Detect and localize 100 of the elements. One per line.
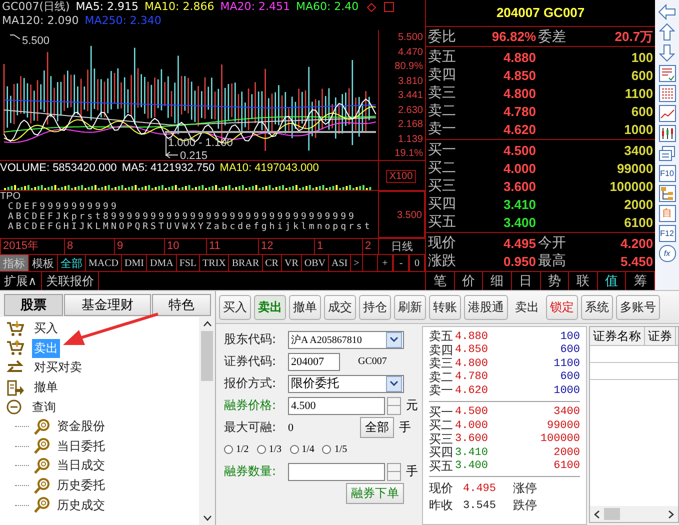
scroll-left-icon[interactable] — [594, 510, 600, 518]
level-label: 买二 — [428, 159, 457, 177]
zoom-button[interactable]: 0 — [409, 255, 425, 271]
scroll-down-icon[interactable] — [202, 515, 212, 521]
scroll-right-icon[interactable] — [668, 510, 674, 518]
self-select-button[interactable]: 自 — [658, 205, 676, 222]
volume-value: 3400 — [552, 406, 580, 418]
level-label: 买五 — [428, 213, 457, 231]
f12-button[interactable]: F12 — [658, 225, 676, 242]
maximize-icon[interactable] — [384, 2, 394, 12]
category-tab[interactable]: 特色 — [152, 294, 211, 316]
tpo-row-text: ABCDEFJKprst89999999999999999999999999999999 — [7, 212, 358, 222]
up-arrow-icon[interactable] — [659, 23, 676, 41]
f10-button[interactable]: F10 — [658, 165, 676, 182]
level-label: 买二 — [429, 418, 453, 434]
stat-label: 最高 — [537, 252, 567, 270]
column-header[interactable]: 证券 — [645, 327, 676, 345]
submit-button[interactable]: 融券下单 — [346, 483, 404, 504]
volume-value: 6100 — [552, 460, 580, 472]
period-label[interactable]: 日线 — [378, 239, 425, 254]
dropdown-button[interactable] — [386, 376, 402, 392]
collapse-icon[interactable] — [6, 399, 22, 416]
indicator-tab[interactable]: BRAR — [229, 255, 263, 271]
indicator-tab[interactable]: VR — [282, 255, 302, 271]
time-axis-label: 12 — [258, 239, 314, 254]
scroll-up-icon[interactable] — [202, 321, 212, 327]
zoom-button[interactable]: - — [393, 255, 409, 271]
diamond-icon[interactable] — [366, 2, 376, 12]
toolbar-button[interactable]: 撤单 — [289, 294, 321, 320]
candlestick-icon[interactable] — [658, 125, 676, 142]
toolbar-button[interactable]: 锁定 — [546, 294, 578, 320]
ratio-value: 96.82% — [490, 29, 536, 44]
back-icon[interactable] — [658, 4, 676, 20]
menu-item[interactable]: 对买对卖 — [32, 358, 84, 378]
scrollbar-thumb[interactable] — [201, 331, 213, 381]
menu-item[interactable]: 历史成交 — [55, 496, 107, 515]
category-tab[interactable]: 基金理财 — [64, 294, 152, 316]
horizontal-scrollbar[interactable] — [590, 506, 678, 522]
indicator-tab[interactable]: MACD — [86, 255, 122, 271]
radio-button[interactable] — [322, 445, 332, 454]
menu-item[interactable]: 买入 — [32, 319, 60, 338]
tree-icon[interactable] — [658, 185, 676, 202]
radio-button[interactable] — [290, 445, 299, 454]
time-axis-label: 8 — [64, 239, 114, 254]
code-input[interactable]: 204007 — [288, 352, 340, 370]
toolbar-button[interactable]: 转账 — [429, 294, 461, 320]
indicator-tab[interactable]: CR — [262, 255, 282, 271]
grid-icon[interactable] — [658, 85, 676, 102]
radio-button[interactable] — [256, 445, 266, 454]
indicator-tab[interactable]: FSL — [176, 255, 200, 271]
windows-icon[interactable] — [658, 145, 676, 162]
level-label: 卖一 — [428, 120, 457, 138]
dropdown-button[interactable] — [386, 332, 402, 348]
indicator-tab[interactable]: DMI — [122, 255, 148, 271]
toolbar-button[interactable]: 刷新 — [394, 294, 426, 320]
formula-button[interactable]: fx — [658, 245, 676, 262]
stat-value: 0.950 — [502, 254, 536, 268]
account-dropdown[interactable]: 沪A A205867810 — [288, 330, 404, 348]
line-chart-icon[interactable] — [658, 105, 676, 122]
mode-tab[interactable]: 模板 — [29, 255, 58, 271]
price-value: 4.000 — [502, 160, 536, 176]
indicator-tab[interactable]: ASI — [329, 255, 352, 271]
menu-item[interactable]: 查询 — [30, 398, 58, 417]
security-name: GC007 — [358, 356, 387, 367]
level-label: 卖五 — [429, 328, 453, 344]
category-tab[interactable]: 股票 — [4, 294, 63, 316]
toolbar-button[interactable]: 港股通 — [464, 294, 508, 320]
indicator-tab[interactable]: 全部 — [58, 255, 86, 271]
cart-icon — [6, 320, 24, 337]
scrollbar-thumb[interactable] — [604, 508, 620, 520]
toolbar-button[interactable]: 卖出 — [254, 294, 286, 320]
stat-label: 昨收 — [429, 497, 453, 514]
indicator-tab[interactable]: OBV — [302, 255, 329, 271]
menu-item[interactable]: 撤单 — [32, 378, 60, 398]
menu-item[interactable]: 历史委托 — [55, 476, 107, 496]
price-input[interactable]: 4.500 — [288, 396, 385, 414]
price-type-dropdown[interactable]: 限价委托 — [288, 374, 404, 392]
toolbar-button[interactable]: 多账号 — [616, 294, 660, 320]
toolbar-button[interactable]: 买入 — [219, 294, 251, 320]
indicator-tab[interactable]: DMA — [147, 255, 177, 271]
menu-item[interactable]: 资金股份 — [55, 417, 107, 436]
radio-button[interactable] — [224, 445, 233, 454]
down-arrow-icon[interactable] — [659, 44, 676, 62]
diff-value: 20.7万 — [614, 28, 654, 46]
toolbar-button[interactable]: 成交 — [324, 294, 356, 320]
column-header[interactable]: 证券名称 — [590, 327, 645, 345]
more-button[interactable]: > — [351, 255, 363, 271]
report-icon[interactable] — [658, 65, 676, 82]
zoom-button[interactable]: + — [377, 255, 393, 271]
menu-item[interactable]: 当日成交 — [55, 456, 107, 476]
indicator-tab[interactable]: TRIX — [200, 255, 230, 271]
toolbar-button[interactable]: 持仓 — [359, 294, 391, 320]
quantity-input[interactable] — [288, 462, 385, 480]
toolbar-button[interactable]: 系统 — [581, 294, 613, 320]
all-button[interactable]: 全部 — [360, 417, 394, 438]
price-value: 3.600 — [455, 433, 490, 446]
menu-item[interactable]: 当日委托 — [55, 436, 107, 456]
toolbar-label: 卖出 — [514, 298, 540, 316]
volume-value: 1000 — [623, 122, 654, 136]
vertical-scrollbar[interactable] — [199, 317, 215, 525]
